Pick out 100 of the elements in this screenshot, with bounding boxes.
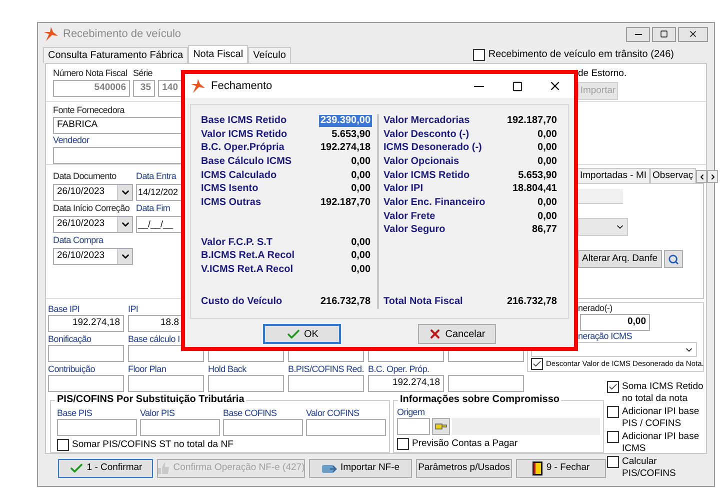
maximize-icon [512,80,522,92]
value-label: ICMS Outras [201,196,262,209]
value-text: 5.653,90 [330,128,372,141]
checkbox-label: Somar PIS/COFINS ST no total da NF [72,439,234,451]
text-field[interactable] [223,419,303,436]
checkbox[interactable] [531,358,543,370]
field-label: Número Nota Fiscal [53,68,128,79]
value-text: 216.732,78 [319,296,372,308]
text-field[interactable]: 35 [133,80,155,97]
close-icon [688,29,698,39]
text-field[interactable]: 540006 [53,80,130,97]
field-label: Fonte Fornecedora [53,105,124,116]
date-field[interactable]: 26/10/2023 [53,216,133,233]
value-text: 0,00 [350,236,372,249]
value-text: 86,77 [530,224,558,236]
search-button[interactable] [664,250,683,268]
text-field[interactable] [48,345,124,362]
dialog-title: Fechamento [211,78,272,94]
value-text: 0,00 [350,250,372,262]
value-text: 0,00 [536,142,558,154]
cross-icon [428,327,442,341]
value-label: Valor F.C.P. S.T [201,236,273,249]
supplier-field[interactable]: FABRICA [53,117,183,134]
value-label: Valor Mercadorias [384,114,470,127]
value-text: 5.653,90 [517,170,558,182]
text-field[interactable] [448,375,524,392]
field-label: Série [133,68,153,79]
value-label: Valor IPI [384,183,423,196]
field-label: neração ICMS [578,331,632,342]
cancel-button[interactable]: Cancelar [418,324,496,344]
logo-icon [44,27,58,41]
date-field[interactable]: 26/10/2023 [53,184,133,201]
tab[interactable]: Observaç [650,168,696,183]
action-button[interactable]: 1 - Confirmar [58,459,153,478]
value-text: 239.390,00 [319,114,372,127]
field-label: nerado(-) [578,303,612,314]
text-field[interactable]: 0,00 [580,314,650,331]
value-text: 0,00 [536,196,558,209]
text-field[interactable] [48,375,124,392]
field-label: B.PIS/COFINS Red. [288,364,364,375]
checkbox[interactable] [607,406,619,418]
text-field[interactable] [208,375,284,392]
text-field[interactable]: 140 [158,80,182,97]
value-label: Valor Enc. Financeiro [384,196,486,209]
date-field[interactable]: 26/10/2023 [53,248,133,265]
value-label: ICMS Isento [201,183,258,196]
value-text: 0,00 [536,210,558,223]
checkbox[interactable] [397,438,409,450]
action-button[interactable]: Importar NF-e [309,459,412,478]
checkbox[interactable] [473,49,486,61]
field-label: Data Fim [136,203,170,214]
action-button[interactable]: 9 - Fechar [516,459,606,478]
dropdown-field[interactable] [578,218,628,236]
text-field[interactable] [306,419,386,436]
text-field[interactable] [140,419,220,436]
field-label: Bonificação [48,334,92,345]
danfe-button[interactable]: Alterar Arq. Danfe [578,250,662,268]
text-field[interactable] [128,375,204,392]
value-label: Valor ICMS Retido [384,170,470,182]
group-title: PIS/COFINS Por Substituição Tributária [55,394,246,406]
action-button[interactable]: Parâmetros p/Usados [416,459,512,478]
value-label: Valor Frete [384,210,436,223]
text-field[interactable]: 192.274,18 [368,375,444,392]
text-field[interactable] [578,189,623,204]
checkbox-label: Adicionar IPI base ICMS [622,431,700,455]
value-label: B.C. Oper.Própria [201,142,284,154]
value-label: ICMS Calculado [201,170,277,182]
value-label: ICMS Desonerado (-) [384,142,482,154]
text-field[interactable] [397,418,430,435]
import-icon [321,462,338,474]
value-label: B.ICMS Ret.A Recol [201,250,295,262]
check-icon [532,359,542,369]
scroll-left-button[interactable] [696,170,708,183]
tab[interactable]: Consulta Faturamento Fábrica [43,47,188,63]
text-field[interactable] [57,419,137,436]
checkbox[interactable] [57,439,69,451]
tab[interactable]: Veículo [248,47,291,63]
value-label: Base ICMS Retido [201,114,287,127]
value-label: Valor Seguro [384,224,446,236]
field-label: Base PIS [57,408,92,419]
checkbox[interactable] [607,456,619,468]
field-label: Vendedor [53,135,90,146]
value-text: 0,00 [350,264,372,276]
restore-icon [660,30,668,38]
text-field[interactable]: 192.274,18 [48,315,124,332]
checkbox[interactable] [607,381,619,393]
restore-button[interactable] [652,26,676,42]
value-text: 192.274,18 [319,142,372,154]
door-icon [532,461,544,476]
scroll-right-button[interactable] [707,170,718,183]
lookup-button[interactable] [432,418,450,435]
tab[interactable]: Nota Fiscal [188,45,248,63]
tab[interactable]: Importadas - MI [577,168,650,183]
ok-button[interactable]: OK [263,324,342,344]
checkbox[interactable] [607,431,619,443]
text-field[interactable] [288,375,364,392]
value-label: V.ICMS Ret.A Recol [201,264,294,276]
window-title: Recebimento de veículo [63,26,182,42]
text-field[interactable] [53,147,183,164]
search-icon [668,254,679,264]
